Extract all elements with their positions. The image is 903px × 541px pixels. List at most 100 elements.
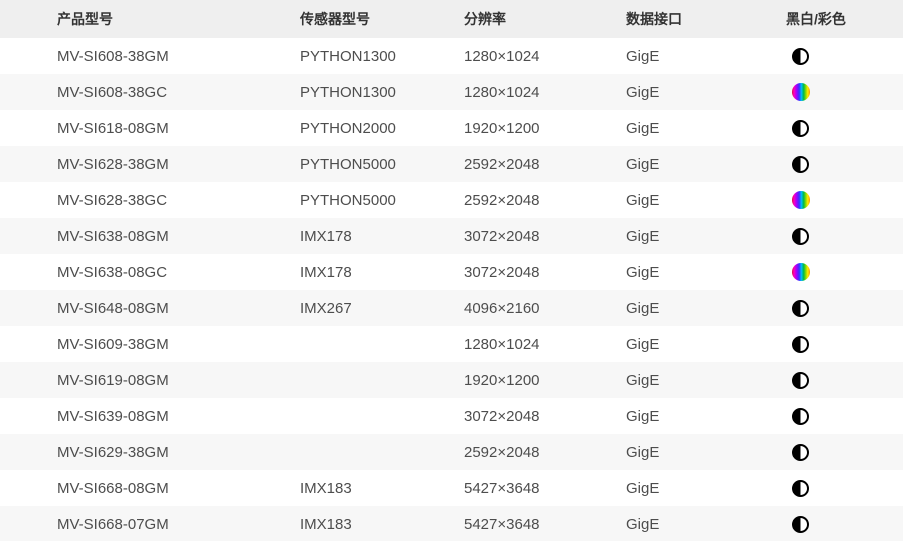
header-data-interface: 数据接口 — [626, 0, 786, 38]
cell-resolution: 1920×1200 — [464, 362, 626, 398]
cell-resolution: 3072×2048 — [464, 218, 626, 254]
cell-sensor: IMX178 — [300, 254, 464, 290]
cell-mono-color — [786, 362, 903, 398]
table-row: MV-SI618-08GMPYTHON20001920×1200GigE — [0, 110, 903, 146]
header-mono-color: 黑白/彩色 — [786, 0, 903, 38]
rainbow-circle-icon — [792, 83, 810, 101]
table-body: MV-SI608-38GMPYTHON13001280×1024GigEMV-S… — [0, 38, 903, 541]
cell-sensor: IMX178 — [300, 218, 464, 254]
table-row: MV-SI648-08GMIMX2674096×2160GigE — [0, 290, 903, 326]
mono-circle-icon — [792, 516, 809, 533]
cell-resolution: 2592×2048 — [464, 434, 626, 470]
cell-sensor: PYTHON1300 — [300, 38, 464, 74]
cell-mono-color — [786, 290, 903, 326]
cell-mono-color — [786, 218, 903, 254]
cell-resolution: 1280×1024 — [464, 326, 626, 362]
cell-mono-color — [786, 38, 903, 74]
cell-model: MV-SI639-08GM — [0, 398, 300, 434]
cell-mono-color — [786, 182, 903, 218]
cell-interface: GigE — [626, 218, 786, 254]
table-row: MV-SI619-08GM 1920×1200GigE — [0, 362, 903, 398]
cell-mono-color — [786, 254, 903, 290]
mono-circle-icon — [792, 444, 809, 461]
table-header-row: 产品型号 传感器型号 分辨率 数据接口 黑白/彩色 — [0, 0, 903, 38]
rainbow-circle-icon — [792, 191, 810, 209]
cell-sensor — [300, 326, 464, 362]
cell-resolution: 4096×2160 — [464, 290, 626, 326]
cell-sensor: IMX183 — [300, 470, 464, 506]
cell-model: MV-SI628-38GM — [0, 146, 300, 182]
cell-resolution: 1920×1200 — [464, 110, 626, 146]
cell-interface: GigE — [626, 74, 786, 110]
header-resolution: 分辨率 — [464, 0, 626, 38]
cell-resolution: 5427×3648 — [464, 506, 626, 541]
cell-interface: GigE — [626, 146, 786, 182]
cell-mono-color — [786, 434, 903, 470]
cell-interface: GigE — [626, 470, 786, 506]
cell-mono-color — [786, 398, 903, 434]
cell-model: MV-SI668-08GM — [0, 470, 300, 506]
table-row: MV-SI628-38GCPYTHON50002592×2048GigE — [0, 182, 903, 218]
cell-model: MV-SI648-08GM — [0, 290, 300, 326]
cell-sensor: IMX183 — [300, 506, 464, 541]
cell-model: MV-SI668-07GM — [0, 506, 300, 541]
cell-resolution: 1280×1024 — [464, 38, 626, 74]
cell-interface: GigE — [626, 362, 786, 398]
cell-resolution: 3072×2048 — [464, 254, 626, 290]
cell-model: MV-SI608-38GC — [0, 74, 300, 110]
cell-sensor: PYTHON5000 — [300, 182, 464, 218]
mono-circle-icon — [792, 372, 809, 389]
cell-model: MV-SI629-38GM — [0, 434, 300, 470]
cell-sensor — [300, 398, 464, 434]
cell-model: MV-SI638-08GC — [0, 254, 300, 290]
rainbow-circle-icon — [792, 263, 810, 281]
cell-mono-color — [786, 470, 903, 506]
mono-circle-icon — [792, 228, 809, 245]
mono-circle-icon — [792, 336, 809, 353]
cell-sensor: PYTHON1300 — [300, 74, 464, 110]
table-row: MV-SI609-38GM 1280×1024GigE — [0, 326, 903, 362]
cell-resolution: 2592×2048 — [464, 182, 626, 218]
cell-resolution: 1280×1024 — [464, 74, 626, 110]
mono-circle-icon — [792, 480, 809, 497]
cell-model: MV-SI608-38GM — [0, 38, 300, 74]
cell-resolution: 5427×3648 — [464, 470, 626, 506]
cell-interface: GigE — [626, 254, 786, 290]
mono-circle-icon — [792, 300, 809, 317]
cell-sensor: PYTHON2000 — [300, 110, 464, 146]
cell-sensor — [300, 434, 464, 470]
header-product-model: 产品型号 — [0, 0, 300, 38]
cell-interface: GigE — [626, 290, 786, 326]
cell-model: MV-SI628-38GC — [0, 182, 300, 218]
mono-circle-icon — [792, 408, 809, 425]
mono-circle-icon — [792, 48, 809, 65]
table-row: MV-SI608-38GCPYTHON13001280×1024GigE — [0, 74, 903, 110]
table-row: MV-SI639-08GM 3072×2048GigE — [0, 398, 903, 434]
cell-mono-color — [786, 506, 903, 541]
cell-sensor — [300, 362, 464, 398]
cell-mono-color — [786, 146, 903, 182]
cell-model: MV-SI638-08GM — [0, 218, 300, 254]
cell-interface: GigE — [626, 110, 786, 146]
table-row: MV-SI629-38GM2592×2048GigE — [0, 434, 903, 470]
table-row: MV-SI628-38GMPYTHON50002592×2048GigE — [0, 146, 903, 182]
cell-interface: GigE — [626, 506, 786, 541]
cell-interface: GigE — [626, 326, 786, 362]
cell-model: MV-SI619-08GM — [0, 362, 300, 398]
cell-mono-color — [786, 110, 903, 146]
cell-model: MV-SI609-38GM — [0, 326, 300, 362]
table-row: MV-SI668-08GMIMX1835427×3648GigE — [0, 470, 903, 506]
cell-resolution: 3072×2048 — [464, 398, 626, 434]
cell-interface: GigE — [626, 182, 786, 218]
cell-mono-color — [786, 74, 903, 110]
cell-mono-color — [786, 326, 903, 362]
table-row: MV-SI608-38GMPYTHON13001280×1024GigE — [0, 38, 903, 74]
cell-resolution: 2592×2048 — [464, 146, 626, 182]
cell-model: MV-SI618-08GM — [0, 110, 300, 146]
cell-interface: GigE — [626, 398, 786, 434]
header-sensor-model: 传感器型号 — [300, 0, 464, 38]
cell-interface: GigE — [626, 38, 786, 74]
table-row: MV-SI638-08GMIMX1783072×2048GigE — [0, 218, 903, 254]
cell-sensor: PYTHON5000 — [300, 146, 464, 182]
cell-sensor: IMX267 — [300, 290, 464, 326]
